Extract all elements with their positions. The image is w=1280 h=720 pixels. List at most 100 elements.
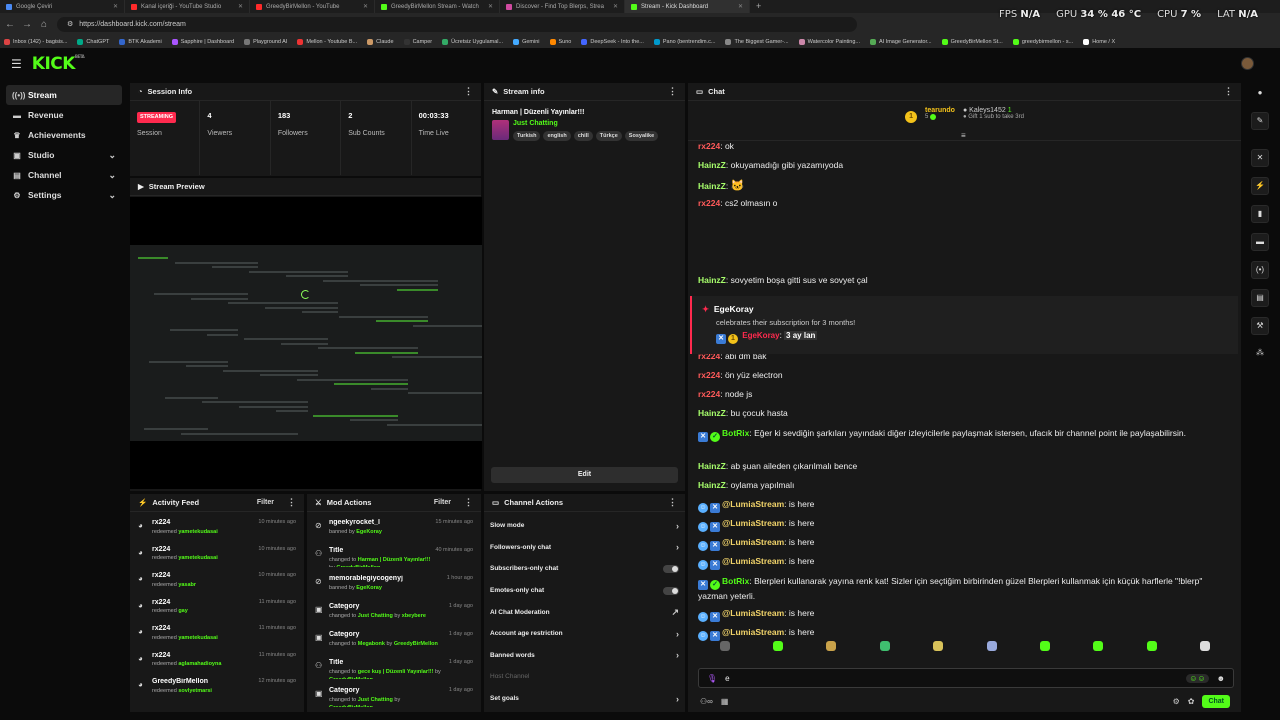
more-icon[interactable]: ⋮ <box>287 497 296 508</box>
tag-chip[interactable]: Turkish <box>513 131 541 141</box>
chat-username[interactable]: BotRix <box>722 428 749 438</box>
calendar-icon[interactable]: ▦ <box>721 697 729 706</box>
chat-icon[interactable]: ▬ <box>1251 233 1269 251</box>
mod-action-head[interactable]: Title <box>329 547 430 556</box>
chat-username[interactable]: @LumiaStream <box>722 518 784 528</box>
bookmark-item[interactable]: Inbox (142) - bagisis... <box>4 38 67 45</box>
toggle-switch[interactable] <box>663 586 679 595</box>
filter-button[interactable]: Filter <box>434 499 451 506</box>
channel-action-account-age-restriction[interactable]: Account age restriction › <box>484 623 685 645</box>
wrench-icon[interactable]: ⚒ <box>1251 317 1269 335</box>
bookmark-item[interactable]: Ücretsiz Uygulamal... <box>442 38 503 45</box>
menu-icon[interactable]: ☰ <box>11 57 22 71</box>
browser-tab[interactable]: Discover - Find Top Blerps, Strea ✕ <box>500 0 625 13</box>
document-icon[interactable]: ▮ <box>1251 205 1269 223</box>
info-icon[interactable]: ● <box>1251 85 1269 103</box>
channel-action-ai-chat-moderation[interactable]: AI Chat Moderation ↗ <box>484 601 685 623</box>
mod-action-head[interactable]: memorablegiycogenyj <box>329 575 442 584</box>
more-icon[interactable]: ⋮ <box>668 497 677 508</box>
channel-action-subscribers-only-chat[interactable]: Subscribers-only chat <box>484 558 685 580</box>
bookmark-item[interactable]: greedybirmellon - s... <box>1012 38 1073 45</box>
emote-icon[interactable] <box>773 641 784 651</box>
bookmark-item[interactable]: Claude <box>367 38 394 45</box>
emoji-icon[interactable]: ☻ <box>1217 674 1225 683</box>
close-icon[interactable]: ✕ <box>363 3 368 10</box>
edit-button[interactable]: Edit <box>491 467 678 483</box>
chat-username[interactable]: rx224 <box>698 198 720 208</box>
send-chat-button[interactable]: Chat <box>1202 694 1230 708</box>
mod-action-head[interactable]: Category <box>329 687 444 696</box>
chat-username[interactable]: EgeKoray <box>742 331 779 340</box>
activity-user[interactable]: rx224 <box>152 599 254 608</box>
mod-action-head[interactable]: Category <box>329 631 444 640</box>
url-field[interactable]: ⚙ https://dashboard.kick.com/stream <box>57 16 857 32</box>
activity-user[interactable]: GreedyBirMellon <box>152 678 253 687</box>
more-icon[interactable]: ⋮ <box>464 497 473 508</box>
chat-username[interactable]: @LumiaStream <box>722 499 784 509</box>
chat-username[interactable]: HainzZ <box>698 160 726 170</box>
back-icon[interactable]: ← <box>3 19 17 30</box>
sidebar-item-achievements[interactable]: ♛ Achievements <box>6 125 122 145</box>
collapse-icon[interactable]: ≡ <box>961 131 966 140</box>
video-player[interactable] <box>130 197 482 489</box>
kick-logo[interactable]: KICKBETA <box>32 54 85 74</box>
activity-user[interactable]: rx224 <box>152 546 253 555</box>
chat-username[interactable]: HainzZ <box>698 480 726 490</box>
close-icon[interactable]: ✕ <box>238 3 243 10</box>
channel-action-slow-mode[interactable]: Slow mode › <box>484 515 685 537</box>
mod-action-head[interactable]: ngeekyrocket_l <box>329 519 430 528</box>
tag-chip[interactable]: Türkçe <box>595 131 622 141</box>
chat-username[interactable]: HainzZ <box>698 181 726 191</box>
toggle-switch[interactable] <box>663 564 679 573</box>
emote-icon[interactable] <box>1093 641 1104 651</box>
sidebar-item-channel[interactable]: ▤ Channel ⌄ <box>6 165 122 185</box>
home-icon[interactable]: ⌂ <box>37 19 51 30</box>
browser-tab[interactable]: Google Çeviri ✕ <box>0 0 125 13</box>
bookmark-item[interactable]: Sapphire | Dashboard <box>171 38 234 45</box>
emote-icon[interactable] <box>933 641 944 651</box>
close-icon[interactable]: ✕ <box>113 3 118 10</box>
gear-icon[interactable]: ⚙ <box>1173 697 1180 706</box>
broadcast-icon[interactable]: (•) <box>1251 261 1269 279</box>
chat-username[interactable]: HainzZ <box>698 461 726 471</box>
chat-username[interactable]: BotRix <box>722 576 749 586</box>
avatar[interactable] <box>1241 57 1254 70</box>
sidebar-item-studio[interactable]: ▣ Studio ⌄ <box>6 145 122 165</box>
pencil-icon[interactable]: ✎ <box>1251 112 1269 130</box>
activity-user[interactable]: rx224 <box>152 572 253 581</box>
emote-badge-icon[interactable]: ☺☺ <box>1186 673 1209 683</box>
users-icon[interactable]: ⚇∞ <box>700 697 713 706</box>
bookmark-item[interactable]: Watercolor Painting... <box>798 38 860 45</box>
bookmark-item[interactable]: ChatGPT <box>77 38 109 45</box>
top-gifter-name[interactable]: tearundo <box>925 107 955 114</box>
bookmark-item[interactable]: BTK Akademi <box>119 38 162 45</box>
site-info-icon[interactable]: ⚙ <box>67 20 73 28</box>
bookmark-item[interactable]: DeepSeek - Into the... <box>581 38 644 45</box>
sidebar-item-stream[interactable]: ((•)) Stream <box>6 85 122 105</box>
chat-username[interactable]: HainzZ <box>698 275 726 285</box>
chat-username[interactable]: HainzZ <box>698 408 726 418</box>
bookmark-item[interactable]: Pano (bentrendim.c... <box>653 38 715 45</box>
second-gifter-name[interactable]: Kaleys1452 <box>969 107 1006 114</box>
bookmark-item[interactable]: Mellon - Youtube B... <box>297 38 357 45</box>
bookmark-item[interactable]: Playground AI <box>244 38 287 45</box>
activity-user[interactable]: rx224 <box>152 652 254 661</box>
bookmark-item[interactable]: Camper <box>403 38 432 45</box>
sidebar-item-revenue[interactable]: ▬ Revenue <box>6 105 122 125</box>
more-icon[interactable]: ⋮ <box>668 86 677 97</box>
sword-icon[interactable]: ✕ <box>1251 149 1269 167</box>
forward-icon[interactable]: → <box>20 19 34 30</box>
browser-tab[interactable]: Stream - Kick Dashboard ✕ <box>625 0 750 13</box>
filter-button[interactable]: Filter <box>257 499 274 506</box>
tag-chip[interactable]: english <box>543 131 571 141</box>
more-icon[interactable]: ⋮ <box>1224 86 1233 97</box>
emote-icon[interactable] <box>1040 641 1051 651</box>
bookmark-item[interactable]: Home / X <box>1083 38 1115 45</box>
apps-icon[interactable]: ⁂ <box>1251 345 1269 363</box>
bookmark-item[interactable]: GreedyBirMellon St... <box>941 38 1003 45</box>
lightning-icon[interactable]: ⚡ <box>1251 177 1269 195</box>
chat-username[interactable]: @LumiaStream <box>722 556 784 566</box>
new-tab-icon[interactable]: + <box>750 0 767 13</box>
close-icon[interactable]: ✕ <box>488 3 493 10</box>
channel-action-emotes-only-chat[interactable]: Emotes-only chat <box>484 580 685 602</box>
